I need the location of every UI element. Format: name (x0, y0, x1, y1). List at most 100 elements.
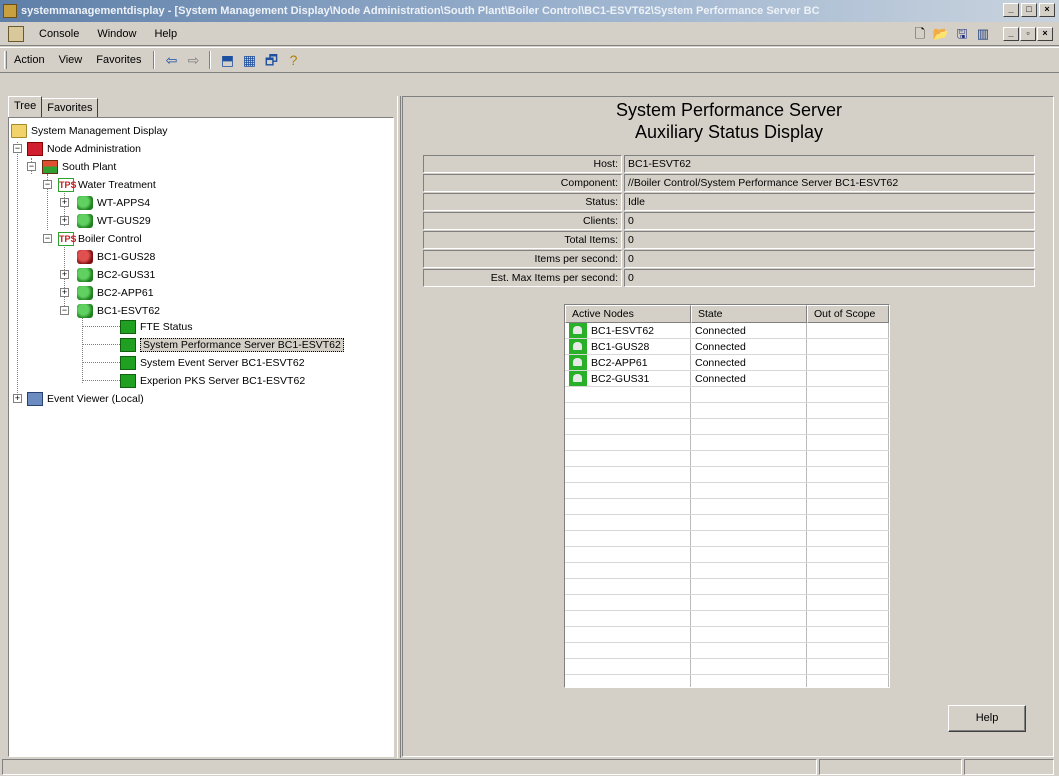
tree-node-south-plant[interactable]: − South Plant (26, 158, 116, 175)
table-row-empty (565, 515, 889, 531)
table-row[interactable]: BC2-APP61 Connected (565, 355, 889, 371)
title-bar[interactable]: systemmanagementdisplay - [System Manage… (0, 0, 1059, 22)
tree-pane[interactable]: System Management Display − Node Adminis… (8, 117, 394, 757)
status-panel-3 (964, 759, 1054, 775)
tree-node-bc1-esvt62[interactable]: − BC1-ESVT62 (59, 302, 160, 319)
menu-window[interactable]: Window (88, 28, 145, 40)
forward-arrow-icon[interactable]: ⇨ (182, 50, 204, 70)
expand-toggle[interactable]: + (60, 288, 69, 297)
tab-favorites[interactable]: Favorites (42, 98, 99, 118)
table-row-empty (565, 531, 889, 547)
table-row-empty (565, 547, 889, 563)
save-icon[interactable]: 🖫 (953, 25, 971, 42)
node-status-icon (569, 355, 587, 370)
tps-icon: TPS (58, 231, 77, 246)
collapse-toggle[interactable]: − (13, 144, 22, 153)
back-arrow-icon[interactable]: ⇦ (160, 50, 182, 70)
tree-node-event-viewer[interactable]: + Event Viewer (Local) (11, 390, 144, 407)
computer-node-icon (77, 213, 93, 228)
help-icon[interactable]: ? (282, 50, 304, 70)
column-header-active-nodes[interactable]: Active Nodes (565, 305, 691, 323)
expand-toggle[interactable]: + (13, 394, 22, 403)
tree-node-root[interactable]: System Management Display (11, 122, 168, 139)
mdi-close-button[interactable]: × (1037, 26, 1053, 41)
service-icon (120, 337, 136, 352)
tree-node-water-treatment[interactable]: − TPS Water Treatment (42, 176, 156, 193)
table-row[interactable]: BC2-GUS31 Connected (565, 371, 889, 387)
property-label: Component: (423, 174, 622, 192)
open-folder-icon[interactable]: 📂 (932, 25, 950, 42)
tree-node-label: Event Viewer (Local) (47, 392, 144, 405)
menu-console[interactable]: Console (30, 28, 88, 40)
tree-node-experion-pks-server[interactable]: Experion PKS Server BC1-ESVT62 (120, 372, 305, 389)
menu-bar: Console Window Help 🗋 📂 🖫 ▥ _ ▫ × (0, 22, 1059, 46)
column-header-state[interactable]: State (691, 305, 807, 323)
new-window-icon[interactable]: ▥ (974, 25, 992, 42)
collapse-toggle[interactable]: − (60, 306, 69, 315)
tree-node-wt-apps4[interactable]: + WT-APPS4 (59, 194, 150, 211)
new-document-icon[interactable]: 🗋 (911, 25, 929, 42)
tree-node-bc2-gus31[interactable]: + BC2-GUS31 (59, 266, 155, 283)
tree-node-bc2-app61[interactable]: + BC2-APP61 (59, 284, 154, 301)
mdi-restore-button[interactable]: ▫ (1020, 26, 1036, 41)
node-status-icon (569, 371, 587, 386)
window-title: systemmanagementdisplay - [System Manage… (21, 5, 820, 17)
property-label: Items per second: (423, 250, 622, 268)
menu-view[interactable]: View (52, 54, 90, 66)
node-name: BC1-ESVT62 (591, 324, 655, 337)
tree-node-system-event-server[interactable]: System Event Server BC1-ESVT62 (120, 354, 305, 371)
tree-node-boiler-control[interactable]: − TPS Boiler Control (42, 230, 142, 247)
node-name: BC2-APP61 (591, 356, 648, 369)
menu-favorites[interactable]: Favorites (89, 54, 148, 66)
property-row-total-items: Total Items: 0 (423, 231, 1035, 249)
up-one-level-icon[interactable]: ⬒ (216, 50, 238, 70)
table-row[interactable]: BC1-GUS28 Connected (565, 339, 889, 355)
active-nodes-grid[interactable]: Active Nodes State Out of Scope BC1-ESVT… (564, 304, 890, 688)
status-panel-main (2, 759, 817, 775)
tree-line (17, 142, 18, 397)
window-controls: _ □ × (1003, 3, 1055, 17)
collapse-toggle[interactable]: − (43, 180, 52, 189)
mdi-minimize-button[interactable]: _ (1003, 26, 1019, 41)
collapse-toggle[interactable]: − (43, 234, 52, 243)
property-label: Total Items: (423, 231, 622, 249)
plant-icon (42, 159, 58, 174)
collapse-toggle[interactable]: − (27, 162, 36, 171)
help-button[interactable]: Help (948, 705, 1026, 732)
close-button[interactable]: × (1039, 3, 1055, 17)
tree-node-system-performance-server[interactable]: System Performance Server BC1-ESVT62 (120, 336, 344, 353)
menu-action[interactable]: Action (7, 54, 52, 66)
computer-node-alarm-icon (77, 249, 93, 264)
table-row-empty (565, 387, 889, 403)
tree-node-label: BC2-GUS31 (97, 268, 156, 281)
node-name: BC2-GUS31 (591, 372, 650, 385)
property-row-status: Status: Idle (423, 193, 1035, 211)
column-header-out-of-scope[interactable]: Out of Scope (807, 305, 889, 323)
console-icon[interactable] (8, 25, 24, 42)
table-row-empty (565, 451, 889, 467)
restore-button[interactable]: □ (1021, 3, 1037, 17)
minimize-button[interactable]: _ (1003, 3, 1019, 17)
expand-toggle[interactable]: + (60, 198, 69, 207)
tree-node-node-administration[interactable]: − Node Administration (11, 140, 141, 157)
menu-help[interactable]: Help (145, 28, 186, 40)
expand-toggle[interactable]: + (60, 270, 69, 279)
show-hide-tree-icon[interactable]: ▦ (238, 50, 260, 70)
property-value: 0 (624, 250, 1035, 268)
properties-icon[interactable]: 🗗 (260, 50, 282, 70)
tree-node-bc1-gus28[interactable]: BC1-GUS28 (77, 248, 155, 265)
tab-tree[interactable]: Tree (8, 96, 43, 119)
tree-node-fte-status[interactable]: FTE Status (120, 318, 193, 335)
property-label: Host: (423, 155, 622, 173)
tree-line (82, 362, 120, 363)
pane-splitter[interactable] (397, 96, 401, 758)
tree-node-wt-gus29[interactable]: + WT-GUS29 (59, 212, 151, 229)
table-row[interactable]: BC1-ESVT62 Connected (565, 323, 889, 339)
tree-node-label: WT-APPS4 (97, 196, 151, 209)
table-row-empty (565, 499, 889, 515)
expand-toggle[interactable]: + (60, 216, 69, 225)
cell-node: BC1-GUS28 (565, 339, 691, 354)
service-icon (120, 373, 136, 388)
cell-state: Connected (691, 371, 807, 386)
table-row-empty (565, 659, 889, 675)
